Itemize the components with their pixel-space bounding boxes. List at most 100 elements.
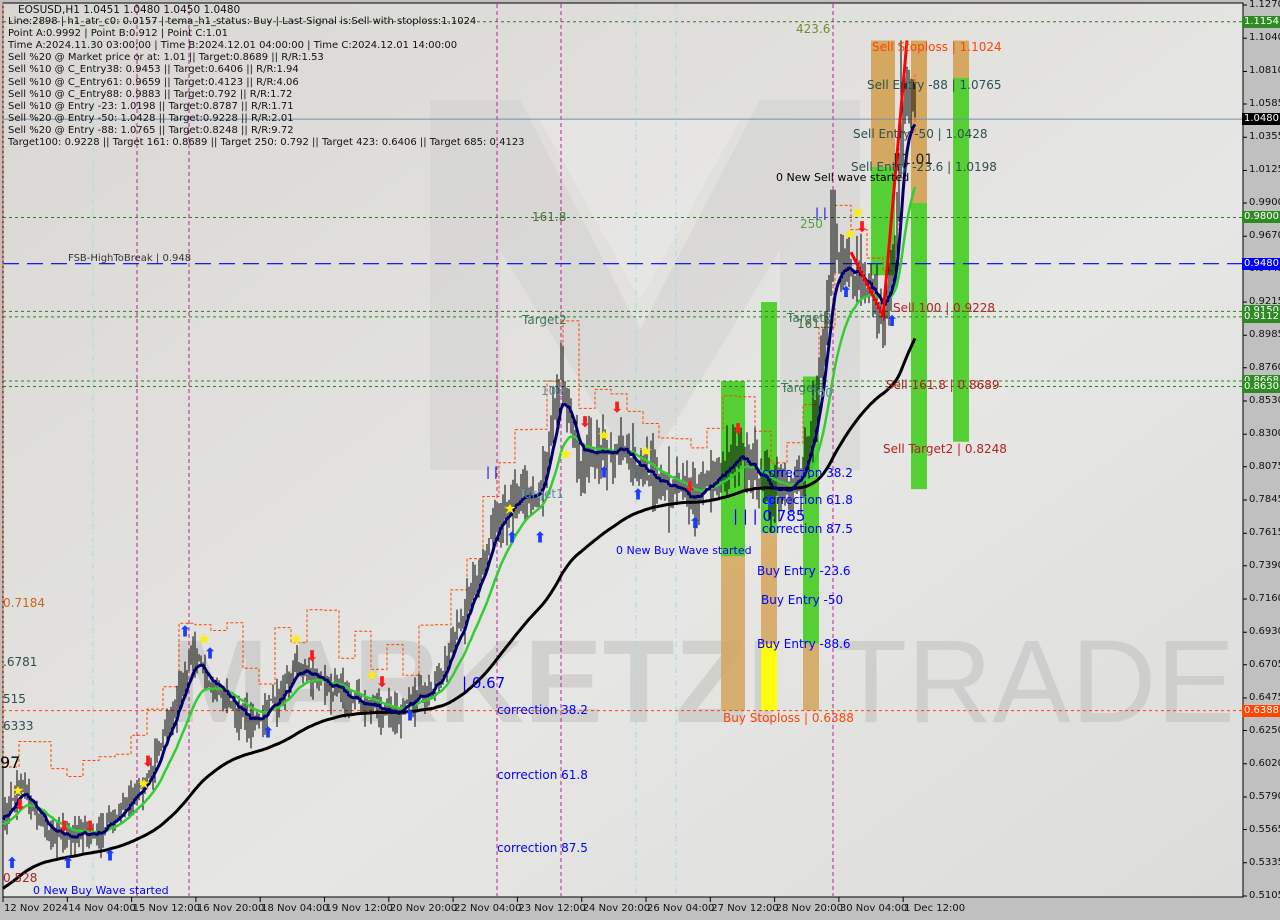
x-tick-label: 16 Nov 20:00 xyxy=(196,903,265,914)
sell-entry-label: Sell Entry -88 | 1.0765 xyxy=(867,78,1002,92)
price-badge: 0.9112 xyxy=(1242,310,1280,323)
star-icon: ★ xyxy=(559,445,572,463)
info-line: Sell %10 @ Entry -23: 1.0198 || Target:0… xyxy=(8,100,294,112)
fib-label: 423.6 xyxy=(796,22,831,36)
y-tick-label: 0.5790 xyxy=(1249,791,1280,802)
star-icon: ★ xyxy=(639,442,652,460)
buy-arrow-icon: ⬆ xyxy=(262,724,275,742)
y-tick-label: 1.0810 xyxy=(1249,65,1280,77)
left-level-label: 515 xyxy=(3,692,26,706)
sell-target-label: Sell Target2 | 0.8248 xyxy=(883,442,1007,456)
y-tick-label: 0.6705 xyxy=(1249,658,1280,670)
correction-label: correction 61.8 xyxy=(762,493,853,507)
y-tick-label: 1.0125 xyxy=(1249,164,1280,176)
fsb-label: FSB-HighToBreak | 0.948 xyxy=(68,253,192,264)
price-badge: 1.0480 xyxy=(1242,113,1280,126)
buy-arrow-icon: ⬆ xyxy=(6,854,19,872)
x-tick-label: 22 Nov 04:00 xyxy=(454,903,522,914)
buy-arrow-icon: ⬆ xyxy=(689,514,702,532)
sell-arrow-icon: ⬇ xyxy=(306,647,319,665)
sell-arrow-icon: ⬇ xyxy=(84,818,97,836)
fib-label: 100 xyxy=(810,386,833,400)
fib-label: 161.8 xyxy=(532,210,567,224)
star-icon: ★ xyxy=(11,782,24,800)
x-tick-label: 15 Nov 12:00 xyxy=(132,903,201,914)
y-tick-label: 1.1270 xyxy=(1249,0,1280,10)
x-tick-label: 20 Nov 20:00 xyxy=(389,903,458,914)
info-line: Target100: 0.9228 || Target 161: 0.8689 … xyxy=(8,137,525,149)
sell-entry-label: Sell Entry -50 | 1.0428 xyxy=(853,127,988,141)
buy-arrow-icon: ⬆ xyxy=(840,283,853,301)
star-icon: ★ xyxy=(843,225,856,243)
y-tick-label: 0.5105 xyxy=(1249,890,1280,901)
y-tick-label: 0.8760 xyxy=(1249,361,1280,373)
y-tick-label: 1.0355 xyxy=(1249,131,1280,143)
price-badge: 0.6388 xyxy=(1242,704,1280,717)
star-icon: ★ xyxy=(365,666,378,684)
correction-label: correction 61.8 xyxy=(497,768,588,782)
sell-target-label: Sell 100 | 0.9228 xyxy=(893,301,996,315)
buy-wave-label: 0 New Buy Wave started xyxy=(33,884,169,897)
correction-label: correction 38.2 xyxy=(762,466,853,480)
y-tick-label: 0.8300 xyxy=(1249,428,1280,440)
buy-arrow-icon: ⬆ xyxy=(179,623,192,641)
x-tick-label: 24 Nov 20:00 xyxy=(582,903,651,914)
sell-arrow-icon: ⬇ xyxy=(611,399,624,417)
sell-wave-label: 0 New Sell wave started xyxy=(776,171,910,184)
buy-arrow-icon: ⬆ xyxy=(632,485,645,503)
price-badge: 0.9480 xyxy=(1242,257,1280,270)
buy-entry-label: Buy Entry -50 xyxy=(761,593,844,607)
info-line: Point A:0.9992 | Point B:0.912 | Point C… xyxy=(8,28,228,40)
sell-zone-tan xyxy=(871,40,895,167)
correction-label: correction 87.5 xyxy=(497,841,588,855)
buy-entry-label: Buy Entry -88.6 xyxy=(757,637,851,651)
buy-arrow-icon: ⬆ xyxy=(62,854,75,872)
target-label: Target1 xyxy=(519,487,564,501)
price-badge: 0.8630 xyxy=(1242,380,1280,393)
y-tick-label: 0.5335 xyxy=(1249,856,1280,868)
star-icon: ★ xyxy=(851,203,864,221)
info-panel: EOSUSD,H1 1.0451 1.0480 1.0450 1.0480 Li… xyxy=(8,4,525,149)
star-icon: ★ xyxy=(597,426,610,444)
star-icon: ★ xyxy=(503,500,516,518)
y-tick-label: 0.6250 xyxy=(1249,724,1280,736)
y-tick-label: 0.8530 xyxy=(1249,395,1280,406)
buy-zone-tan xyxy=(761,533,777,644)
watermark-text-right: TRADE xyxy=(835,616,1235,748)
buy-stoploss-label: Buy Stoploss | 0.6388 xyxy=(723,711,854,725)
star-icon: ★ xyxy=(197,630,210,648)
wave-bars-label: | | xyxy=(815,206,827,220)
left-level-label: 0.528 xyxy=(3,871,38,885)
y-tick-label: 0.6930 xyxy=(1249,626,1280,638)
x-tick-label: 28 Nov 20:00 xyxy=(775,903,844,914)
left-level-label: 6333 xyxy=(3,719,34,733)
info-line: Time A:2024.11.30 03:00:00 | Time B:2024… xyxy=(8,40,458,52)
y-tick-label: 0.9900 xyxy=(1249,197,1280,208)
price-badge: 0.9800 xyxy=(1242,211,1280,224)
star-icon: ★ xyxy=(289,630,302,648)
point-c-label: | 1.01 xyxy=(893,152,934,168)
x-tick-label: 19 Nov 12:00 xyxy=(325,903,393,914)
buy-zone-tan xyxy=(721,556,745,711)
correction-label: correction 38.2 xyxy=(497,703,588,717)
sell-arrow-icon: ⬇ xyxy=(58,818,71,836)
y-tick-label: 0.5565 xyxy=(1249,823,1280,835)
y-tick-label: 0.6020 xyxy=(1249,757,1280,769)
sell-arrow-icon: ⬇ xyxy=(579,413,592,431)
info-line: Line:2898 | h1_atr_c0: 0.0157 | tema_h1_… xyxy=(8,16,477,28)
info-line: Sell %10 @ C_Entry88: 0.9883 || Target:0… xyxy=(8,88,293,100)
fib-label: 161.8 xyxy=(797,317,832,331)
buy-arrow-icon: ⬆ xyxy=(506,529,519,547)
wave-value-label: | 0.67 xyxy=(462,674,506,692)
info-line: Sell %10 @ C_Entry38: 0.9453 || Target:0… xyxy=(8,64,299,76)
x-tick-label: 14 Nov 04:00 xyxy=(68,903,136,914)
correction-label: correction 87.5 xyxy=(762,522,853,536)
y-tick-label: 1.1040 xyxy=(1249,32,1280,44)
sell-zone-tan xyxy=(911,40,927,203)
star-icon: ★ xyxy=(137,774,150,792)
y-tick-label: 0.7390 xyxy=(1249,559,1280,571)
y-tick-label: 0.8985 xyxy=(1249,329,1280,341)
buy-entry-label: Buy Entry -23.6 xyxy=(757,564,851,578)
buy-arrow-icon: ⬆ xyxy=(404,706,417,724)
buy-arrow-icon: ⬆ xyxy=(598,464,611,482)
